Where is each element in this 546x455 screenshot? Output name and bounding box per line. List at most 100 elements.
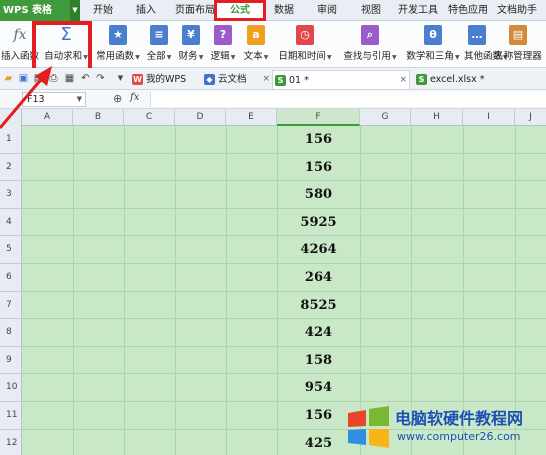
tab-doc-assistant[interactable]: 文档助手 xyxy=(497,0,537,21)
app-menu-button[interactable]: WPS 表格 ▼ xyxy=(0,0,80,21)
math-functions-button[interactable]: θ 数学和三角▼ xyxy=(402,21,464,68)
column-header-j[interactable]: J xyxy=(515,109,546,126)
column-header-g[interactable]: G xyxy=(360,109,411,126)
row-header[interactable]: 3 xyxy=(0,181,22,209)
save-icon[interactable]: ▣ xyxy=(17,72,30,85)
chevron-down-icon[interactable]: ▼ xyxy=(77,93,82,106)
select-all-corner[interactable] xyxy=(0,109,22,126)
text-functions-button[interactable]: a 文本▼ xyxy=(239,21,273,68)
formula-bar: F13 ▼ ⊕ fx xyxy=(0,90,546,109)
spreadsheet-grid[interactable]: A B C D E F G H I J 1 156 2 156 3 580 4 5925 5 42… xyxy=(0,109,546,455)
folder-open-icon[interactable]: ▰ xyxy=(2,72,15,85)
tab-home[interactable]: 开始 xyxy=(93,0,113,21)
datetime-functions-button[interactable]: ◷ 日期和时间▼ xyxy=(273,21,337,68)
print-preview-icon[interactable]: ▤ xyxy=(32,72,45,85)
column-header-f[interactable]: F xyxy=(277,109,360,126)
row-header[interactable]: 7 xyxy=(0,291,22,320)
finance-functions-button[interactable]: ¥ 财务▼ xyxy=(175,21,207,68)
datetime-label: 日期和时间 xyxy=(278,51,326,62)
common-functions-button[interactable]: ★ 常用函数▼ xyxy=(94,21,142,68)
logic-functions-button[interactable]: ? 逻辑▼ xyxy=(207,21,239,68)
name-manager-label: 名称管理器 xyxy=(494,51,542,62)
cell-f-value[interactable]: 5925 xyxy=(277,209,360,237)
lookup-functions-button[interactable]: ⌕ 查找与引用▼ xyxy=(338,21,402,68)
cell-f-value[interactable]: 264 xyxy=(277,264,360,292)
tab-special[interactable]: 特色应用 xyxy=(448,0,488,21)
cell-f-value[interactable]: 954 xyxy=(277,374,360,402)
column-header-a[interactable]: A xyxy=(22,109,73,126)
chevron-down-icon: ▼ xyxy=(391,54,397,61)
text-label: 文本 xyxy=(243,51,263,62)
cell-f-value[interactable]: 156 xyxy=(277,126,360,154)
close-icon[interactable]: × xyxy=(262,70,270,89)
other-functions-button[interactable]: … 其他函数▼ xyxy=(464,21,508,68)
sheet-file-icon: S xyxy=(275,75,286,86)
doc-tab-cloud[interactable]: ◆ 云文档 × xyxy=(202,70,272,89)
column-header-c[interactable]: C xyxy=(124,109,175,126)
doc-tab-label: 我的WPS xyxy=(146,74,187,85)
logic-label: 逻辑 xyxy=(210,51,230,62)
doc-tab-label: excel.xlsx * xyxy=(430,74,485,85)
doc-tab-01[interactable]: S 01 * × xyxy=(272,70,410,89)
column-header-h[interactable]: H xyxy=(411,109,463,126)
fx-icon[interactable]: fx xyxy=(130,92,139,103)
row-header[interactable]: 11 xyxy=(0,402,22,430)
tab-formula[interactable]: 公式 xyxy=(214,0,266,21)
row-header[interactable]: 10 xyxy=(0,374,22,402)
row-header[interactable]: 6 xyxy=(0,264,22,292)
cell-f-value[interactable]: 424 xyxy=(277,319,360,347)
cloud-icon: ◆ xyxy=(204,74,215,85)
row-header[interactable]: 2 xyxy=(0,153,22,182)
formula-ribbon: fx 插入函数 Σ 自动求和▼ ★ 常用函数▼ ≡ 全部▼ ¥ 财务▼ ? 逻辑… xyxy=(0,21,546,68)
tab-developer[interactable]: 开发工具 xyxy=(398,0,438,21)
cell-f-value[interactable]: 4264 xyxy=(277,236,360,264)
cell-f-value[interactable]: 158 xyxy=(277,347,360,375)
redo-icon[interactable]: ↷ xyxy=(94,72,107,85)
tab-insert[interactable]: 插入 xyxy=(136,0,156,21)
cell-f-value[interactable]: 8525 xyxy=(277,292,360,320)
doc-tab-excel[interactable]: S excel.xlsx * xyxy=(414,70,546,89)
format-painter-icon[interactable]: ▦ xyxy=(63,72,76,85)
book-icon: ≡ xyxy=(150,25,168,45)
insert-function-button[interactable]: fx 插入函数 xyxy=(0,21,40,68)
column-header-e[interactable]: E xyxy=(226,109,277,126)
watermark-url: www.computer26.com xyxy=(397,430,521,443)
formula-input[interactable] xyxy=(150,92,546,107)
column-header-i[interactable]: I xyxy=(463,109,515,126)
windows-logo-icon xyxy=(348,406,389,448)
chevron-down-icon: ▼ xyxy=(166,54,172,61)
fx-icon: fx xyxy=(13,27,27,43)
print-icon[interactable]: ⎙ xyxy=(47,72,60,85)
autosum-button[interactable]: Σ 自动求和▼ xyxy=(40,21,92,68)
row-header[interactable]: 8 xyxy=(0,319,22,347)
chevron-down-icon: ▼ xyxy=(263,54,269,61)
question-book-icon: ? xyxy=(214,25,232,45)
tab-page-layout[interactable]: 页面布局 xyxy=(175,0,215,21)
zoom-icon[interactable]: ⊕ xyxy=(113,92,122,105)
row-header[interactable]: 4 xyxy=(0,208,22,237)
star-book-icon: ★ xyxy=(109,25,127,45)
close-icon[interactable]: × xyxy=(399,71,407,90)
column-header-d[interactable]: D xyxy=(175,109,226,126)
chevron-down-icon[interactable]: ▼ xyxy=(114,72,127,85)
row-header[interactable]: 12 xyxy=(0,429,22,455)
wps-logo-icon: W xyxy=(132,74,143,85)
column-header-b[interactable]: B xyxy=(73,109,124,126)
cell-f-value[interactable]: 156 xyxy=(277,154,360,182)
cell-f-value[interactable]: 580 xyxy=(277,181,360,209)
undo-icon[interactable]: ↶ xyxy=(79,72,92,85)
menu-tab-bar: WPS 表格 ▼ 开始 插入 页面布局 公式 数据 审阅 视图 开发工具 特色应… xyxy=(0,0,546,21)
tab-view[interactable]: 视图 xyxy=(361,0,381,21)
row-header[interactable]: 5 xyxy=(0,236,22,264)
all-functions-button[interactable]: ≡ 全部▼ xyxy=(143,21,175,68)
row-header[interactable]: 1 xyxy=(0,126,22,154)
chevron-down-icon[interactable]: ▼ xyxy=(70,0,80,21)
row-header[interactable]: 9 xyxy=(0,346,22,375)
quick-access-bar: ▰ ▣ ▤ ⎙ ▦ ↶ ↷ ▼ W 我的WPS ◆ 云文档 × S 01 * ×… xyxy=(0,68,546,90)
tab-review[interactable]: 审阅 xyxy=(317,0,337,21)
name-manager-button[interactable]: ▤ 名称管理器 xyxy=(490,21,546,68)
sigma-icon: Σ xyxy=(60,24,72,45)
tab-data[interactable]: 数据 xyxy=(274,0,294,21)
doc-tab-my-wps[interactable]: W 我的WPS xyxy=(130,70,202,89)
name-box[interactable]: F13 ▼ xyxy=(22,92,86,107)
